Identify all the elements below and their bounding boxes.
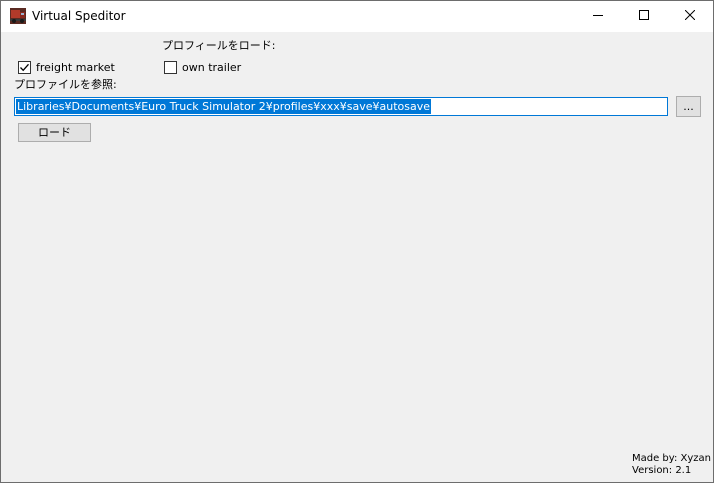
- window-title: Virtual Speditor: [32, 9, 126, 23]
- footer-info: Made by: Xyzan Version: 2.1: [632, 453, 711, 477]
- maximize-button[interactable]: [621, 1, 667, 32]
- maximize-icon: [639, 10, 649, 23]
- profile-path-value: Libraries¥Documents¥Euro Truck Simulator…: [16, 99, 431, 114]
- browse-button[interactable]: ...: [676, 96, 701, 117]
- browse-button-label: ...: [683, 100, 694, 113]
- title-bar[interactable]: Virtual Speditor: [1, 1, 713, 32]
- load-button[interactable]: ロード: [18, 123, 91, 142]
- close-icon: [684, 9, 696, 23]
- own-trailer-label: own trailer: [182, 61, 242, 74]
- version-text: Version: 2.1: [632, 465, 692, 476]
- own-trailer-checkbox[interactable]: own trailer: [164, 61, 241, 74]
- truck-app-icon: [10, 8, 26, 24]
- freight-market-check-box[interactable]: [18, 61, 31, 74]
- minimize-icon: [593, 10, 603, 23]
- load-button-label: ロード: [38, 126, 71, 139]
- profile-path-input[interactable]: Libraries¥Documents¥Euro Truck Simulator…: [14, 97, 668, 116]
- minimize-button[interactable]: [575, 1, 621, 32]
- made-by-text: Made by: Xyzan: [632, 453, 712, 464]
- checkmark-icon: [20, 63, 29, 72]
- close-button[interactable]: [667, 1, 713, 32]
- own-trailer-check-box[interactable]: [164, 61, 177, 74]
- freight-market-checkbox[interactable]: freight market: [18, 61, 115, 74]
- freight-market-label: freight market: [36, 61, 115, 74]
- app-window: Virtual Speditor プロフィールをロード: freight mar…: [0, 0, 714, 483]
- load-profile-label: プロフィールをロード:: [162, 39, 276, 52]
- browse-profile-label: プロファイルを参照:: [14, 78, 117, 91]
